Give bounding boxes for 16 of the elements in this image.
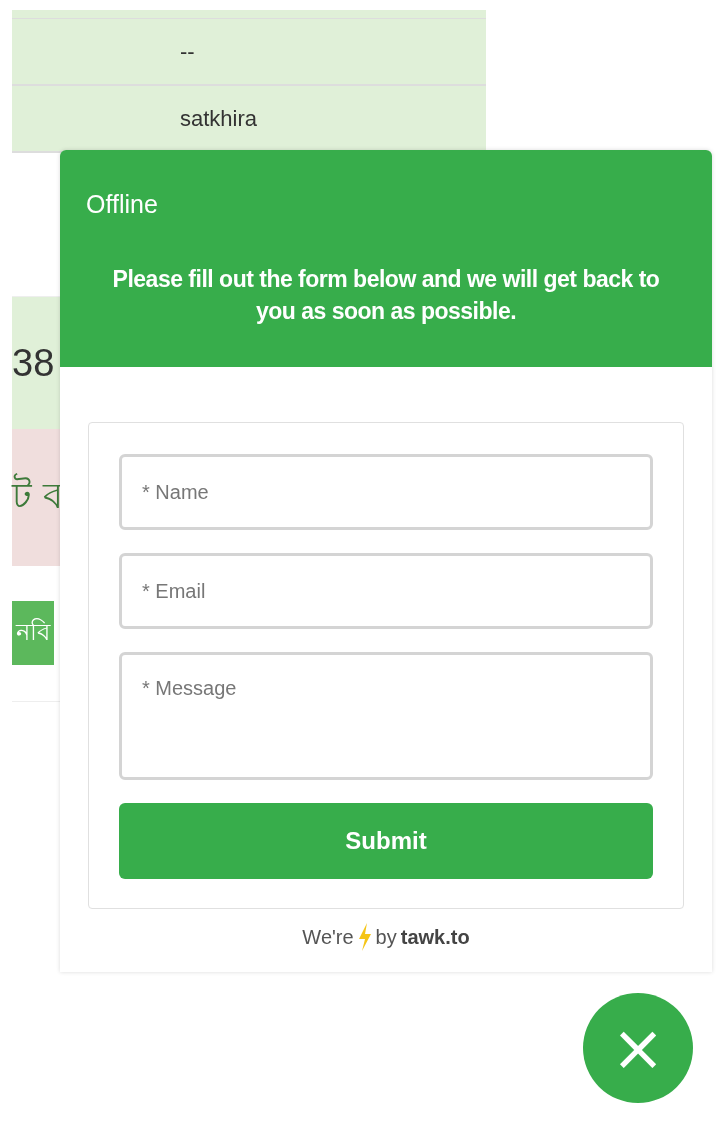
input-field[interactable]: * Name xyxy=(119,454,653,530)
input-field[interactable]: * Email xyxy=(119,553,653,629)
table-cell: satkhira xyxy=(180,105,258,132)
footer-text: We're xyxy=(302,925,354,949)
table-cell: 38 xyxy=(12,341,55,385)
close-button[interactable]: × xyxy=(583,993,693,1103)
lightning-icon xyxy=(357,923,372,951)
message-field[interactable]: * Message xyxy=(119,652,653,780)
table-cell: -- xyxy=(180,38,195,65)
action-button[interactable]: নবি xyxy=(12,601,54,665)
submit-button[interactable]: Submit xyxy=(119,803,653,879)
footer-text: by xyxy=(375,925,397,949)
brand-link[interactable]: tawk.to xyxy=(400,925,470,949)
notice-text: ট ব xyxy=(12,472,64,518)
status-title: Offline xyxy=(86,190,158,219)
offline-message: Please fill out the form below and we will get back to you as soon as possible. xyxy=(111,265,661,326)
